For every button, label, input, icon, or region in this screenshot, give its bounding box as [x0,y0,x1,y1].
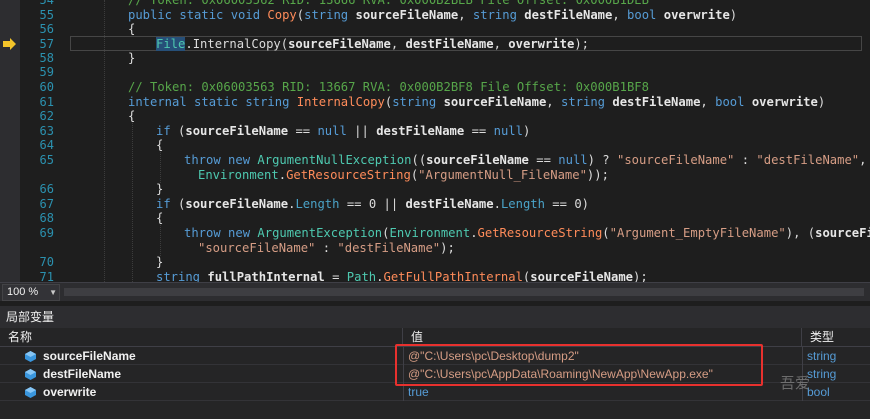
line-number: 56 [39,22,54,36]
code-line[interactable]: if (sourceFileName.Length == 0 || destFi… [156,197,589,211]
code-line[interactable]: throw new ArgumentException(Environment.… [184,226,870,240]
code-line[interactable]: { [128,22,135,36]
column-header-type[interactable]: 类型 [802,328,870,346]
line-number: 68 [39,211,54,225]
line-number: 71 [39,270,54,282]
column-divider [802,347,803,365]
horizontal-scrollbar[interactable] [64,288,864,296]
line-number: 60 [39,80,54,94]
chevron-down-icon: ▼ [49,288,57,297]
code-line[interactable]: Environment.GetResourceString("ArgumentN… [198,168,609,182]
execution-pointer-icon [3,38,16,50]
code-line[interactable]: { [156,138,163,152]
code-line[interactable]: throw new ArgumentNullException((sourceF… [184,153,866,167]
variable-name: overwrite [43,385,97,399]
line-number: 66 [39,182,54,196]
code-line[interactable]: } [156,255,163,269]
line-number: 67 [39,197,54,211]
line-number: 54 [39,0,54,7]
line-number: 69 [39,226,54,240]
code-line[interactable]: public static void Copy(string sourceFil… [128,8,737,22]
code-line[interactable]: } [128,51,135,65]
code-line[interactable]: // Token: 0x06003563 RID: 13667 RVA: 0x0… [128,80,649,94]
code-line[interactable]: // Token: 0x06003562 RID: 13666 RVA: 0x0… [128,0,649,7]
variable-type: string [807,349,837,363]
zoom-level: 100 % [7,286,39,298]
editor-status-bar: 100 % ▼ [0,282,870,301]
code-line[interactable]: { [156,211,163,225]
variable-icon [25,369,36,380]
code-line[interactable]: File.InternalCopy(sourceFileName, destFi… [156,37,589,51]
code-line[interactable]: "sourceFileName" : "destFileName"); [198,241,455,255]
line-number: 61 [39,95,54,109]
line-number: 65 [39,153,54,167]
indent-guide [132,118,133,282]
line-number: 55 [39,8,54,22]
code-editor[interactable]: 54 // Token: 0x06003562 RID: 13666 RVA: 0… [0,0,870,282]
line-number: 58 [39,51,54,65]
line-number: 62 [39,109,54,123]
variable-icon [25,351,36,362]
line-number: 63 [39,124,54,138]
code-line[interactable]: internal static string InternalCopy(stri… [128,95,825,109]
variable-name: sourceFileName [43,349,136,363]
column-header-name[interactable]: 名称 [0,328,403,346]
annotation-highlight [395,344,763,386]
panel-title: 局部变量 [0,306,870,328]
indent-guide [160,220,161,256]
zoom-dropdown[interactable]: 100 % ▼ [2,284,60,301]
line-number: 70 [39,255,54,269]
line-number: 57 [39,37,54,51]
variable-name: destFileName [43,367,122,381]
code-line[interactable]: string fullPathInternal = Path.GetFullPa… [156,270,648,282]
line-number: 64 [39,138,54,152]
watermark: 吾爱 [780,374,811,392]
indent-guide [160,147,161,183]
variable-type: string [807,367,837,381]
code-line[interactable]: { [128,109,135,123]
line-number: 59 [39,65,54,79]
code-line[interactable]: if (sourceFileName == null || destFileNa… [156,124,530,138]
variable-type: bool [807,385,830,399]
code-line[interactable]: } [156,182,163,196]
variable-icon [25,387,36,398]
